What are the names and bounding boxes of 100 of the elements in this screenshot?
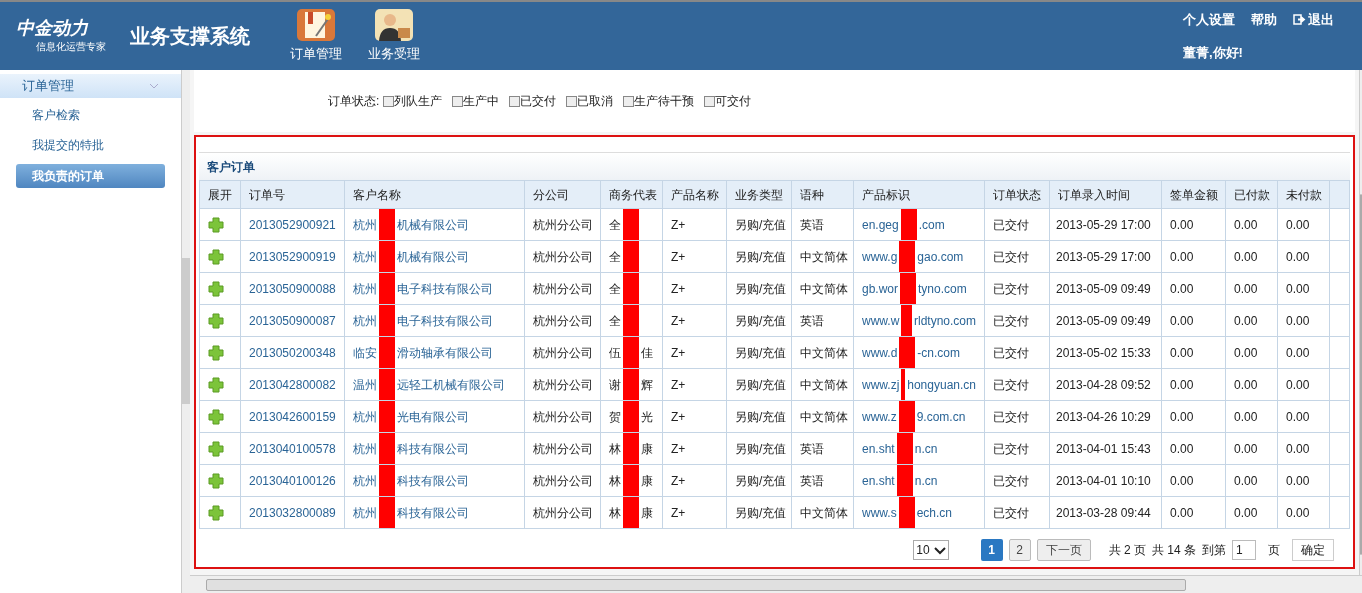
product-id-link[interactable]: en.sht	[862, 439, 895, 458]
product-id-link[interactable]: tyno.com	[918, 279, 967, 298]
table-cell: 中文简体	[791, 240, 854, 273]
product-id-link[interactable]: www.z	[862, 407, 897, 426]
expand-plus-icon[interactable]	[208, 440, 224, 457]
product-id-link[interactable]: en.geg	[862, 215, 899, 234]
expand-plus-icon[interactable]	[208, 216, 224, 233]
page-button[interactable]: 2	[1008, 539, 1031, 561]
status-checkbox[interactable]: 生产中	[452, 92, 500, 110]
product-id-link[interactable]: www.w	[862, 311, 900, 330]
order-number-link[interactable]: 2013040100578	[240, 432, 345, 465]
expand-plus-icon[interactable]	[208, 248, 224, 265]
product-id-link[interactable]: hongyuan.cn	[907, 375, 976, 394]
expand-plus-icon[interactable]	[208, 408, 224, 425]
confirm-button[interactable]: 确定	[1292, 539, 1334, 561]
customer-name-link[interactable]: 光电有限公司	[397, 407, 469, 426]
order-number-link[interactable]: 2013050900087	[240, 304, 345, 337]
product-id-link[interactable]: www.s	[862, 503, 897, 522]
total-pages: 共 2 页	[1108, 542, 1146, 559]
header-link[interactable]: 帮助	[1251, 9, 1277, 29]
status-checkbox[interactable]: 列队生产	[383, 92, 443, 110]
table-cell: 0.00	[1161, 432, 1226, 465]
status-checkbox[interactable]: 已交付	[509, 92, 557, 110]
customer-name-link[interactable]: 电子科技有限公司	[397, 311, 493, 330]
expand-plus-icon[interactable]	[208, 280, 224, 297]
status-checkbox[interactable]: 已取消	[566, 92, 614, 110]
table-cell: 另购/充值	[726, 496, 792, 529]
table-cell: 0.00	[1161, 400, 1226, 433]
product-id-link[interactable]: www.g	[862, 247, 898, 266]
customer-name-link[interactable]: 杭州	[353, 247, 377, 266]
horizontal-scrollbar[interactable]	[190, 575, 1362, 593]
vertical-scrollbar[interactable]	[1359, 70, 1362, 575]
order-number-link[interactable]: 2013050900088	[240, 272, 345, 305]
table-cell: Z+	[662, 336, 727, 369]
page-size-select[interactable]: 10	[913, 540, 949, 560]
product-id-link[interactable]: rldtyno.com	[913, 311, 976, 330]
table-cell-text: 贺	[609, 408, 621, 426]
expand-plus-icon[interactable]	[208, 472, 224, 489]
customer-name-link[interactable]: 机械有限公司	[397, 215, 469, 234]
product-id-link[interactable]: ech.cn	[916, 503, 953, 522]
redaction-bar	[623, 337, 639, 368]
customer-name-link[interactable]: 临安	[353, 343, 377, 362]
customer-name-link[interactable]: 科技有限公司	[397, 439, 469, 458]
order-number-link[interactable]: 2013050200348	[240, 336, 345, 369]
customer-name-link[interactable]: 杭州	[353, 279, 377, 298]
page-button[interactable]: 1	[980, 539, 1003, 561]
customer-name-link[interactable]: 杭州	[353, 311, 377, 330]
order-number-link[interactable]: 2013052900919	[240, 240, 345, 273]
customer-name-link[interactable]: 杭州	[353, 471, 377, 490]
order-number-link[interactable]: 2013032800089	[240, 496, 345, 529]
customer-name-link[interactable]: 科技有限公司	[397, 503, 469, 522]
sidebar-item[interactable]: 我提交的特批	[16, 134, 165, 156]
customer-name-link[interactable]: 科技有限公司	[397, 471, 469, 490]
customer-name-link[interactable]: 滑动轴承有限公司	[397, 343, 493, 362]
customer-name-link[interactable]: 机械有限公司	[397, 247, 469, 266]
product-id-link[interactable]: -cn.com	[917, 343, 961, 362]
column-header: 订单号	[240, 180, 345, 209]
order-number-link[interactable]: 2013042600159	[240, 400, 345, 433]
product-id-link[interactable]: n.cn	[914, 471, 938, 490]
sidebar-section[interactable]: 订单管理	[0, 74, 181, 98]
expand-plus-icon[interactable]	[208, 504, 224, 521]
product-id-link[interactable]: www.d	[862, 343, 898, 362]
table-cell: 中文简体	[791, 336, 854, 369]
order-number-link[interactable]: 2013052900921	[240, 208, 345, 241]
table-cell: 已交付	[984, 336, 1050, 369]
customer-name-link[interactable]: 杭州	[353, 407, 377, 426]
redaction-bar	[379, 497, 395, 528]
redaction-bar	[623, 209, 639, 240]
redaction-bar	[379, 433, 395, 464]
customer-name-link[interactable]: 电子科技有限公司	[397, 279, 493, 298]
order-number-link[interactable]: 2013042800082	[240, 368, 345, 401]
status-checkbox[interactable]: 可交付	[704, 92, 752, 110]
product-id-link[interactable]: en.sht	[862, 471, 895, 490]
product-id-link[interactable]: gb.wor	[862, 279, 899, 298]
status-checkbox[interactable]: 生产待干预	[623, 92, 695, 110]
next-page-button[interactable]: 下一页	[1036, 539, 1091, 561]
sidebar-scrollbar[interactable]	[182, 258, 190, 404]
customer-name-link[interactable]: 远轻工机械有限公司	[397, 375, 505, 394]
product-id-link[interactable]: n.cn	[914, 439, 938, 458]
nav-button[interactable]: 订单管理	[290, 8, 342, 64]
logout-link[interactable]: 退出	[1293, 9, 1334, 29]
customer-name-link[interactable]: 温州	[353, 375, 377, 394]
product-id-link[interactable]: www.zj	[862, 375, 900, 394]
customer-name-link[interactable]: 杭州	[353, 503, 377, 522]
table-cell-text: 林	[609, 440, 621, 458]
table-cell: 0.00	[1161, 240, 1226, 273]
customer-name-link[interactable]: 杭州	[353, 439, 377, 458]
page-number-field[interactable]: 1	[1232, 540, 1256, 560]
expand-plus-icon[interactable]	[208, 344, 224, 361]
product-id-link[interactable]: .com	[918, 215, 945, 234]
expand-plus-icon[interactable]	[208, 376, 224, 393]
nav-button[interactable]: 业务受理	[368, 8, 420, 64]
expand-plus-icon[interactable]	[208, 312, 224, 329]
product-id-link[interactable]: gao.com	[917, 247, 964, 266]
customer-name-link[interactable]: 杭州	[353, 215, 377, 234]
header-link[interactable]: 个人设置	[1183, 9, 1235, 29]
order-number-link[interactable]: 2013040100126	[240, 464, 345, 497]
product-id-link[interactable]: 9.com.cn	[916, 407, 966, 426]
table-cell: 2013-04-01 10:10	[1049, 464, 1162, 497]
sidebar-item[interactable]: 客户检索	[16, 104, 165, 126]
